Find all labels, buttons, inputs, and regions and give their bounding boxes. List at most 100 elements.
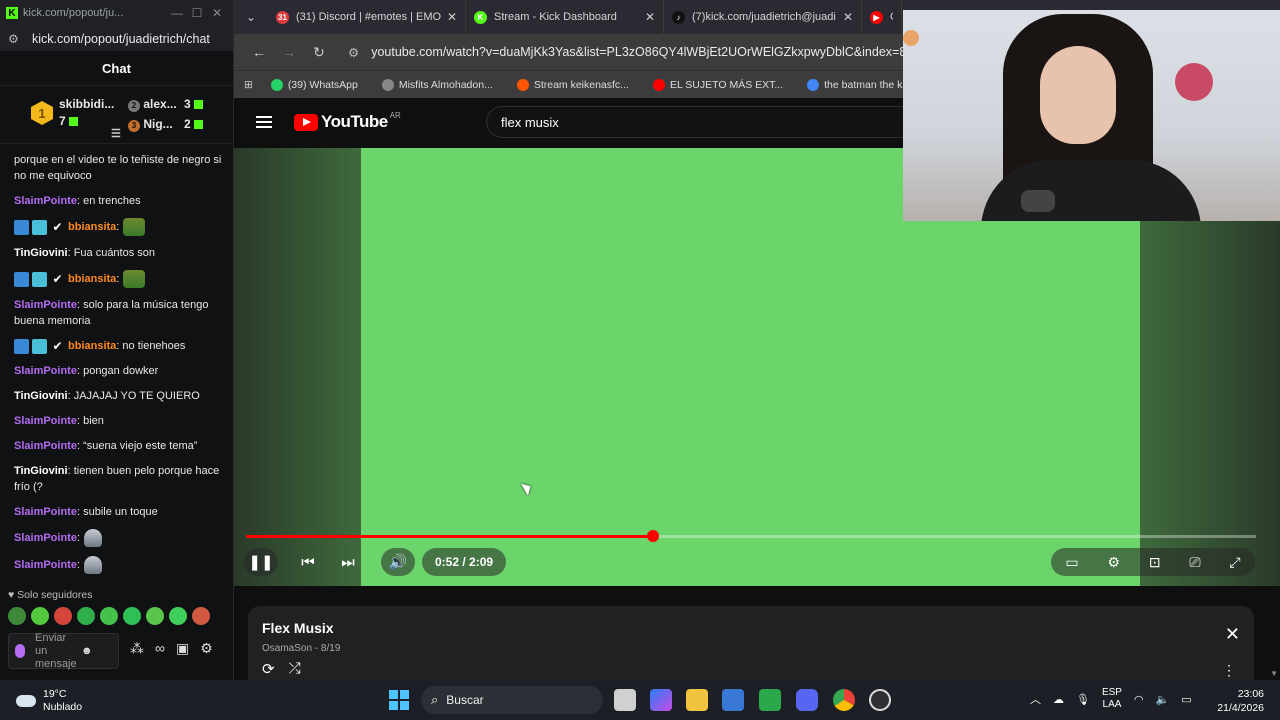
cast-icon[interactable]: ⎚ [1189, 554, 1200, 571]
chat-username[interactable]: TinGiovini [14, 465, 68, 477]
mute-button[interactable]: 🔊 [381, 548, 415, 576]
more-options-icon[interactable]: ⋮ [1222, 662, 1236, 679]
infinity-icon[interactable]: ∞ [155, 640, 165, 657]
chat-username[interactable]: SlaimPointe [14, 195, 77, 207]
discord-icon[interactable] [796, 689, 818, 711]
playlist-title[interactable]: Flex Musix [262, 620, 1240, 636]
system-clock[interactable]: 23:06 21/4/2026 [1214, 687, 1264, 715]
language-indicator[interactable]: ESP LAA [1102, 687, 1122, 711]
users-icon[interactable]: ⁂ [130, 640, 144, 657]
word-icon[interactable] [722, 689, 744, 711]
emote-icon[interactable] [192, 607, 210, 625]
browser-tab[interactable]: ♪ (7)kick.com/juadietrich@juadi ✕ [664, 0, 862, 34]
tab-search-icon[interactable]: ⌄ [234, 10, 268, 24]
bookmark-item[interactable]: Misfits Almohadon... [381, 78, 493, 91]
emote-icon[interactable] [100, 607, 118, 625]
chat-message-input[interactable]: Enviar un mensaje ☻ [8, 632, 119, 670]
system-tray: ︿ ☁ 🎙 ESP LAA ◠ 🔈 ▭ [1030, 687, 1192, 711]
leaderboard-first-name[interactable]: skibbidi... [59, 97, 114, 111]
bookmark-item[interactable]: (39) WhatsApp [270, 78, 358, 91]
bookmark-item[interactable]: Stream keikenasfc... [516, 78, 629, 91]
loop-icon[interactable]: ⟳ [262, 660, 275, 678]
close-icon[interactable]: ✕ [207, 6, 227, 20]
leaderboard-third[interactable]: 3 Nig... [128, 117, 173, 132]
browser-tab[interactable]: 31 (31) Discord | #emotes | EMO ✕ [268, 0, 466, 34]
browser-tab[interactable]: ▶ Os [862, 0, 902, 34]
address-bar[interactable]: ⚙ youtube.com/watch?v=duaMjKk3Yas&list=P… [348, 45, 906, 60]
close-tab-icon[interactable]: ✕ [447, 10, 457, 24]
guide-menu-icon[interactable] [256, 113, 272, 131]
wall-poster [1175, 63, 1213, 101]
taskbar-search[interactable]: ⌕ Buscar [421, 686, 603, 714]
weather-widget[interactable]: 19°C Nublado [16, 688, 82, 714]
settings-gear-icon[interactable]: ⚙ [200, 640, 213, 657]
chat-username[interactable]: bbiansita [68, 273, 116, 285]
mic-icon[interactable]: 🎙 [1076, 693, 1090, 706]
maximize-icon[interactable]: ☐ [187, 6, 207, 20]
speaker-icon[interactable]: 🔈 [1156, 693, 1170, 706]
sheets-icon[interactable] [759, 689, 781, 711]
emoji-icon[interactable]: ☻ [81, 645, 93, 658]
youtube-logo[interactable]: YouTube AR [294, 111, 401, 132]
site-settings-icon[interactable]: ⚙ [8, 32, 22, 46]
chrome-icon[interactable] [833, 689, 855, 711]
chat-username[interactable]: bbiansita [68, 221, 116, 233]
next-button[interactable]: ⏭ [331, 548, 365, 576]
emote-icon[interactable] [8, 607, 26, 625]
emote-icon[interactable] [31, 607, 49, 625]
store-icon[interactable]: ▣ [176, 640, 189, 657]
show-hidden-icons-icon[interactable]: ︿ [1030, 691, 1041, 707]
copilot-icon[interactable] [650, 689, 672, 711]
site-info-icon[interactable]: ⚙ [348, 45, 359, 60]
chat-username[interactable]: TinGiovini [14, 247, 68, 259]
theater-mode-icon[interactable]: ⊡ [1149, 554, 1161, 571]
obs-icon[interactable] [869, 689, 891, 711]
start-button[interactable] [389, 690, 409, 710]
file-explorer-icon[interactable] [686, 689, 708, 711]
followers-only-label: Solo seguidores [17, 589, 93, 601]
task-view-icon[interactable] [614, 689, 636, 711]
emote-icon[interactable] [169, 607, 187, 625]
wifi-icon[interactable]: ◠ [1134, 693, 1144, 706]
chat-username[interactable]: SlaimPointe [14, 365, 77, 377]
chat-username[interactable]: SlaimPointe [14, 415, 77, 427]
chat-username[interactable]: SlaimPointe [14, 532, 77, 544]
chat-username[interactable]: TinGiovini [14, 390, 68, 402]
tab-title: (7)kick.com/juadietrich@juadi [692, 11, 836, 23]
chat-username[interactable]: SlaimPointe [14, 440, 77, 452]
bookmark-item[interactable]: EL SUJETO MÁS EXT... [652, 78, 783, 91]
subtitles-icon[interactable]: ▭ [1065, 554, 1078, 571]
chat-username[interactable]: bbiansita [68, 340, 116, 352]
close-playlist-icon[interactable]: ✕ [1225, 624, 1240, 645]
scroll-down-arrow-icon[interactable]: ▼ [1270, 669, 1278, 678]
settings-icon[interactable]: ⚙ [1107, 554, 1120, 571]
shuffle-icon[interactable]: ⤮ [289, 660, 301, 678]
browser-tab[interactable]: K Stream - Kick Dashboard ✕ [466, 0, 664, 34]
back-icon[interactable]: ← [244, 44, 274, 60]
emote-icon[interactable] [123, 607, 141, 625]
leaderboard-second[interactable]: 2 alex... [128, 97, 177, 112]
scrubber-handle[interactable] [647, 530, 660, 542]
chat-username[interactable]: SlaimPointe [14, 506, 77, 518]
emote-icon[interactable] [54, 607, 72, 625]
chat-username[interactable]: SlaimPointe [14, 559, 77, 571]
minimize-icon[interactable]: — [167, 6, 187, 20]
apps-grid-icon[interactable]: ⊞ [244, 79, 253, 91]
close-tab-icon[interactable]: ✕ [645, 10, 655, 24]
battery-icon[interactable]: ▭ [1181, 693, 1191, 706]
youtube-search-input[interactable]: flex musix [486, 106, 916, 138]
reload-icon[interactable]: ↻ [304, 44, 334, 61]
emote-icon[interactable] [146, 607, 164, 625]
pause-button[interactable]: ❚❚ [244, 548, 278, 576]
tab-favicon-icon: ▶ [870, 10, 883, 24]
close-tab-icon[interactable]: ✕ [843, 10, 853, 24]
chat-username[interactable]: SlaimPointe [14, 299, 77, 311]
emote-icon[interactable] [77, 607, 95, 625]
fullscreen-icon[interactable]: ⤢ [1229, 554, 1240, 571]
chat-address-bar[interactable]: ⚙ kick.com/popout/juadietrich/chat [0, 26, 233, 52]
forward-icon[interactable]: → [274, 44, 304, 60]
onedrive-icon[interactable]: ☁ [1053, 693, 1064, 706]
previous-button[interactable]: ⏮ [291, 548, 325, 576]
expand-leaderboard-icon[interactable]: ☰ [111, 127, 121, 140]
video-progress-bar[interactable] [246, 530, 1256, 542]
